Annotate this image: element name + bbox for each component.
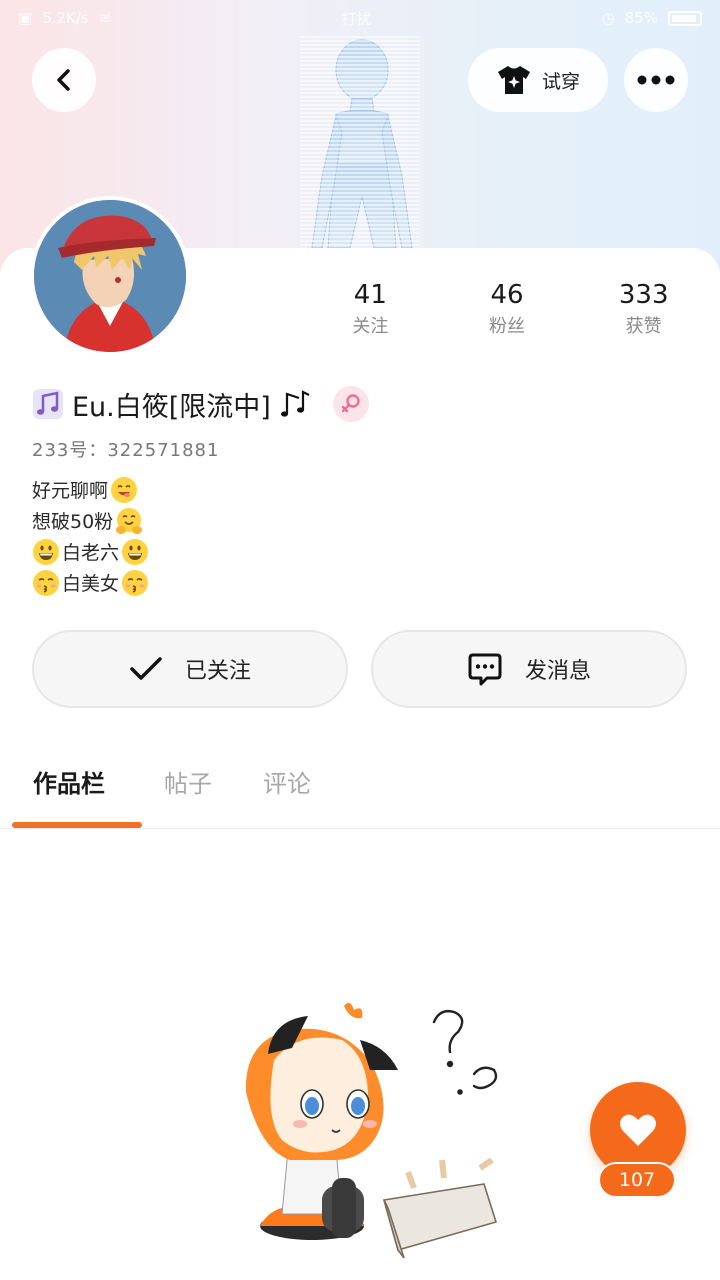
kissing-face-icon (33, 569, 59, 596)
stat-followers[interactable]: 46 粉丝 (439, 278, 576, 348)
back-button[interactable] (32, 48, 96, 112)
profile-stats: 41 关注 46 粉丝 333 获赞 (302, 278, 712, 348)
bio-text: 好元聊啊 (32, 480, 109, 502)
tab-posts[interactable]: 帖子 (164, 764, 212, 804)
stat-label: 关注 (352, 316, 389, 337)
followed-label: 已关注 (184, 659, 251, 684)
female-icon (341, 394, 360, 413)
music-notes-icon (280, 390, 310, 417)
tab-works[interactable]: 作品栏 (33, 764, 105, 804)
tab-comments[interactable]: 评论 (263, 764, 311, 804)
bio-text: 白美女 (62, 573, 120, 595)
avatar-3d-hologram (300, 36, 420, 248)
stat-label: 粉丝 (489, 316, 525, 337)
stat-value: 41 (353, 280, 387, 310)
wifi-icon: ≋ (98, 9, 112, 27)
chevron-left-icon (57, 69, 70, 91)
followed-button[interactable]: 已关注 (32, 630, 348, 708)
avatar-image (34, 200, 186, 352)
bio-line: 好元聊啊 (32, 474, 632, 505)
bio-line: 想破50粉 (32, 505, 632, 536)
music-note-icon (33, 389, 63, 419)
battery-icon (668, 10, 702, 26)
stat-likes[interactable]: 333 获赞 (575, 278, 712, 348)
tabs-divider (0, 828, 720, 829)
yum-face-icon (111, 476, 138, 503)
user-id[interactable]: 233号：322571881 (32, 436, 219, 462)
message-bubble-icon (468, 653, 502, 686)
alarm-icon: ◷ (601, 9, 615, 27)
send-message-label: 发消息 (524, 659, 591, 684)
status-center-text: 打扰 (341, 9, 372, 28)
shirt-sparkle-icon (497, 66, 530, 94)
grinning-face-icon (33, 538, 59, 565)
username: Eu.白筱[限流中] (72, 391, 271, 423)
stat-value: 333 (618, 280, 669, 310)
kissing-face-icon (122, 569, 149, 596)
empty-state-illustration (245, 1002, 498, 1259)
profile-tabs: 作品栏 帖子 评论 (0, 750, 720, 830)
stat-label: 获赞 (625, 316, 662, 337)
stat-following[interactable]: 41 关注 (302, 278, 439, 348)
avatar[interactable] (30, 196, 190, 356)
bio-line: 白美女 (32, 567, 632, 598)
bio: 好元聊啊 想破50粉 白老六 白美女 (32, 474, 632, 598)
gender-badge (332, 386, 369, 422)
hugging-face-icon (116, 507, 143, 534)
network-speed: 5.2K/s (42, 9, 89, 27)
bio-text: 想破50粉 (32, 511, 114, 533)
checkmark-icon (130, 657, 162, 680)
stat-value: 46 (490, 280, 524, 310)
bio-line: 白老六 (32, 536, 632, 567)
sim-icon: ▣ (18, 9, 33, 27)
more-button[interactable] (624, 48, 688, 112)
like-count: 107 (598, 1162, 676, 1198)
heart-icon (620, 1114, 656, 1146)
bio-text: 白老六 (62, 542, 120, 564)
try-on-label: 试穿 (541, 70, 580, 93)
more-horizontal-icon (637, 75, 675, 85)
send-message-button[interactable]: 发消息 (371, 630, 687, 708)
status-bar: ▣ 5.2K/s ≋ 打扰 ◷ 85% (0, 0, 720, 36)
try-on-button[interactable]: 试穿 (468, 48, 608, 112)
battery-percent: 85% (624, 9, 658, 27)
grinning-face-icon (122, 538, 149, 565)
username-row: Eu.白筱[限流中] (30, 382, 369, 426)
